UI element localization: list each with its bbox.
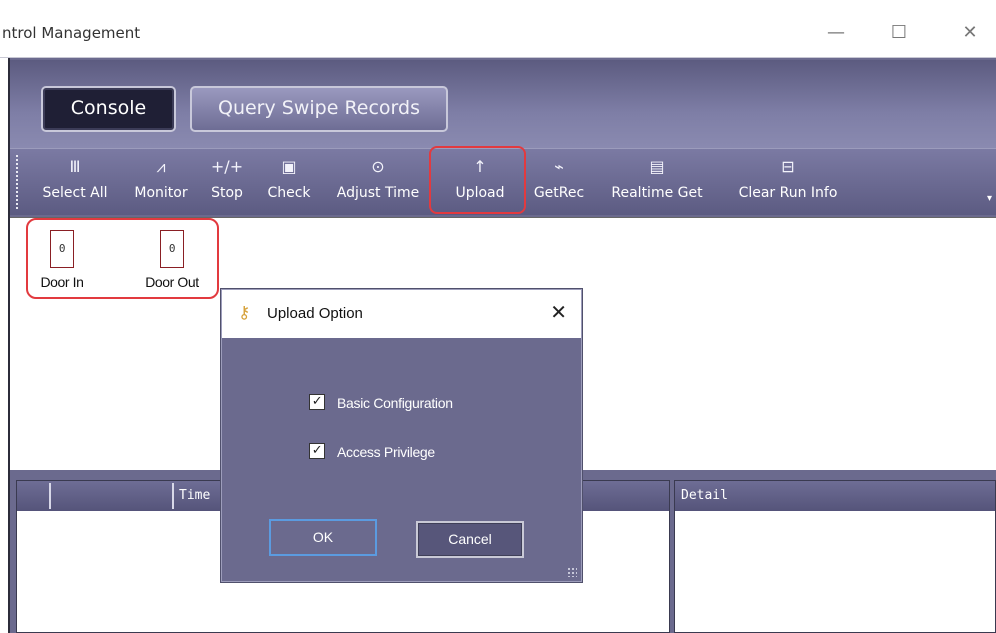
doors-highlight-frame: [26, 218, 219, 299]
toolbar-label: Select All: [42, 185, 108, 201]
cancel-button[interactable]: Cancel: [416, 521, 524, 558]
toolbar-label: Monitor: [134, 185, 188, 201]
stop-button[interactable]: +/+ Stop: [207, 155, 247, 211]
column-separator[interactable]: [172, 483, 174, 509]
key-icon: ⚷: [238, 303, 251, 323]
dialog-titlebar: ⚷ Upload Option ✕: [222, 290, 581, 338]
window-titlebar: ntrol Management — ☐ ✕: [0, 0, 996, 58]
select-all-icon: Ⅲ: [69, 157, 81, 176]
toolbar-label: Adjust Time: [336, 185, 420, 201]
basic-configuration-label[interactable]: Basic Configuration: [337, 395, 453, 411]
monitor-icon: ⩘: [156, 157, 166, 176]
upload-option-dialog: ⚷ Upload Option ✕ ✓ Basic Configuration …: [221, 289, 582, 582]
access-privilege-label[interactable]: Access Privilege: [337, 444, 435, 460]
adjust-time-button[interactable]: ⊙ Adjust Time: [326, 155, 430, 211]
minimize-button[interactable]: —: [816, 18, 856, 48]
detail-grid-header: Detail: [675, 481, 995, 511]
dialog-resize-grip[interactable]: [567, 567, 577, 577]
toolbar-overflow-icon[interactable]: ▾: [987, 193, 992, 204]
close-button[interactable]: ✕: [950, 18, 990, 48]
query-swipe-records-tab[interactable]: Query Swipe Records: [190, 86, 448, 132]
select-all-button[interactable]: Ⅲ Select All: [33, 155, 117, 211]
toolbar-label: Clear Run Info: [738, 185, 838, 201]
realtime-get-icon: ▤: [649, 157, 665, 176]
toolbar-label: Stop: [211, 185, 243, 201]
monitor-button[interactable]: ⩘ Monitor: [125, 155, 197, 211]
clear-run-info-button[interactable]: ⊟ Clear Run Info: [726, 155, 850, 211]
access-privilege-checkbox[interactable]: ✓: [309, 443, 325, 459]
check-button[interactable]: ▣ Check: [264, 155, 314, 211]
ok-button[interactable]: OK: [269, 519, 377, 556]
column-separator[interactable]: [49, 483, 51, 509]
detail-grid[interactable]: Detail: [674, 480, 996, 633]
clear-icon: ⊟: [781, 157, 795, 176]
check-icon: ▣: [281, 157, 297, 176]
get-records-icon: ⌁: [554, 157, 564, 176]
top-navigation: Console Query Swipe Records: [10, 60, 996, 148]
time-column-header[interactable]: Time: [179, 488, 210, 503]
toolbar-label: GetRec: [533, 185, 585, 201]
detail-column-header[interactable]: Detail: [681, 488, 728, 503]
maximize-button[interactable]: ☐: [879, 18, 919, 48]
upload-highlight-frame: [429, 146, 526, 214]
dialog-title: Upload Option: [267, 305, 363, 322]
realtime-get-button[interactable]: ▤ Realtime Get: [602, 155, 712, 211]
window-title: ntrol Management: [2, 24, 141, 42]
dialog-close-button[interactable]: ✕: [550, 300, 567, 324]
clock-icon: ⊙: [371, 157, 385, 176]
stop-icon: +/+: [210, 157, 244, 176]
toolbar-grip[interactable]: [16, 155, 20, 209]
toolbar-label: Check: [267, 185, 311, 201]
console-tab[interactable]: Console: [41, 86, 176, 132]
basic-configuration-checkbox[interactable]: ✓: [309, 394, 325, 410]
get-records-button[interactable]: ⌁ GetRec: [526, 155, 592, 211]
toolbar-label: Realtime Get: [611, 185, 703, 201]
